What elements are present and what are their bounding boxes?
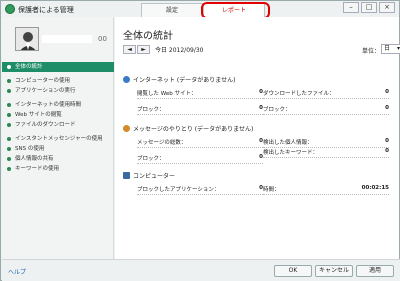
stat-label: ダウンロードしたファイル： xyxy=(263,91,335,97)
sidebar-item-label: 全体の統計 xyxy=(15,64,43,70)
unit-value: 日 xyxy=(384,45,391,52)
footer-bar: ヘルプ OK キャンセル 適用 xyxy=(2,259,400,281)
minimize-button[interactable]: – xyxy=(343,2,359,13)
stat-value: 0 xyxy=(385,148,389,154)
sidebar-item-label: 個人情報の共有 xyxy=(15,156,54,162)
username-redacted xyxy=(42,35,92,43)
stat-label: ブロック： xyxy=(137,107,165,113)
stat-label: 検出したキーワード： xyxy=(263,150,319,156)
stat-label: 閲覧した Web サイト： xyxy=(137,91,197,97)
avatar[interactable] xyxy=(15,27,39,51)
stat-label: ブロックしたアプリケーション： xyxy=(137,187,220,193)
stat-value: 0 xyxy=(385,105,389,111)
sidebar-item-label: アプリケーションの実行 xyxy=(15,88,76,94)
bullet-icon xyxy=(7,113,11,117)
sidebar-item-im-use[interactable]: インスタントメッセンジャーの使用 xyxy=(2,134,114,144)
sidebar-item-web-browsing[interactable]: Web サイトの閲覧 xyxy=(2,110,114,120)
cancel-button[interactable]: キャンセル xyxy=(315,265,353,277)
apply-button[interactable]: 適用 xyxy=(356,265,394,277)
sidebar-item-label: ファイルのダウンロード xyxy=(15,122,76,128)
stat-value: 00:02:15 xyxy=(361,185,389,191)
username: 00 xyxy=(98,35,107,43)
stat-row: 時間： 00:02:15 xyxy=(263,185,389,195)
app-window: 保護者による管理 – □ × 設定 レポート 00 全体の統計 コンピューターの… xyxy=(0,0,400,281)
sidebar-item-label: キーワードの使用 xyxy=(15,166,60,172)
ok-button[interactable]: OK xyxy=(274,265,312,277)
prev-date-button[interactable]: ◄ xyxy=(123,45,136,54)
sidebar-item-keyword-use[interactable]: キーワードの使用 xyxy=(2,164,114,174)
stat-row: ブロック： 0 xyxy=(263,105,389,115)
stat-row: メッセージの総数： 0 xyxy=(137,138,263,148)
bullet-icon xyxy=(7,123,11,127)
stat-row: 閲覧した Web サイト： 0 xyxy=(137,89,263,99)
bullet-icon xyxy=(7,89,11,93)
bullet-icon xyxy=(7,79,11,83)
stat-row: ブロック： 0 xyxy=(137,154,263,164)
messages-icon xyxy=(123,125,130,132)
bullet-icon xyxy=(7,65,11,69)
sidebar-item-internet-time[interactable]: インターネットの使用時間 xyxy=(2,100,114,110)
stat-label: ブロック： xyxy=(263,107,291,113)
sidebar-item-label: コンピューターの使用 xyxy=(15,78,71,84)
globe-icon xyxy=(123,76,130,83)
main-panel: 全体の統計 ◄ ► 今日 2012/09/30 単位： 日 ▾ インターネット (… xyxy=(115,17,400,259)
sidebar-item-computer-use[interactable]: コンピューターの使用 xyxy=(2,76,114,86)
stat-label: 時間： xyxy=(263,187,280,193)
sidebar-item-label: Web サイトの閲覧 xyxy=(15,112,62,118)
stat-value: 0 xyxy=(385,138,389,144)
stat-value: 0 xyxy=(385,89,389,95)
sidebar-item-label: インスタントメッセンジャーの使用 xyxy=(15,136,103,142)
bullet-icon xyxy=(7,137,11,141)
stat-row: 検出したキーワード： 0 xyxy=(263,148,389,158)
sidebar-item-file-download[interactable]: ファイルのダウンロード xyxy=(2,120,114,130)
section-title-messages: メッセージのやりとり (データがありません) xyxy=(123,124,253,133)
title-bar: 保護者による管理 – □ × 設定 レポート xyxy=(1,1,399,19)
sidebar-item-label: インターネットの使用時間 xyxy=(15,102,82,108)
sidebar-item-personal-info[interactable]: 個人情報の共有 xyxy=(2,154,114,164)
stat-label: メッセージの総数： xyxy=(137,140,187,146)
sidebar-item-sns-use[interactable]: SNS の使用 xyxy=(2,144,114,154)
unit-label: 単位： xyxy=(362,48,381,55)
stat-label: 検出した個人情報： xyxy=(263,140,313,146)
user-silhouette-icon xyxy=(16,28,38,50)
sidebar: 00 全体の統計 コンピューターの使用 アプリケーションの実行 インターネットの… xyxy=(2,17,114,259)
stat-row: ブロック： 0 xyxy=(137,105,263,115)
current-date: 今日 2012/09/30 xyxy=(155,47,204,54)
stat-row: 検出した個人情報： 0 xyxy=(263,138,389,148)
bullet-icon xyxy=(7,157,11,161)
stat-row: ダウンロードしたファイル： 0 xyxy=(263,89,389,99)
stat-row: ブロックしたアプリケーション： 0 xyxy=(137,185,263,195)
maximize-button[interactable]: □ xyxy=(361,2,377,13)
next-date-button[interactable]: ► xyxy=(137,45,150,54)
section-title-internet: インターネット (データがありません) xyxy=(123,75,235,84)
section-title-text: メッセージのやりとり (データがありません) xyxy=(133,126,254,133)
date-navigator: ◄ ► 今日 2012/09/30 xyxy=(123,45,204,54)
bullet-icon xyxy=(7,147,11,151)
window-title: 保護者による管理 xyxy=(18,6,74,14)
monitor-icon xyxy=(123,172,130,179)
section-title-text: インターネット (データがありません) xyxy=(133,77,236,84)
bullet-icon xyxy=(7,103,11,107)
section-title-text: コンピューター xyxy=(133,173,176,180)
sidebar-item-overall-stats[interactable]: 全体の統計 xyxy=(2,62,114,72)
app-logo-icon xyxy=(5,4,15,14)
bullet-icon xyxy=(7,167,11,171)
help-link[interactable]: ヘルプ xyxy=(8,267,26,276)
unit-select[interactable]: 日 ▾ xyxy=(381,44,400,54)
section-title-computer: コンピューター xyxy=(123,171,175,180)
sidebar-item-label: SNS の使用 xyxy=(15,146,45,152)
stat-label: ブロック： xyxy=(137,156,165,162)
page-title: 全体の統計 xyxy=(123,31,173,42)
close-button[interactable]: × xyxy=(379,2,395,13)
tab-settings[interactable]: 設定 xyxy=(141,3,203,17)
sidebar-menu: 全体の統計 コンピューターの使用 アプリケーションの実行 インターネットの使用時… xyxy=(2,62,114,174)
sidebar-item-app-run[interactable]: アプリケーションの実行 xyxy=(2,86,114,96)
